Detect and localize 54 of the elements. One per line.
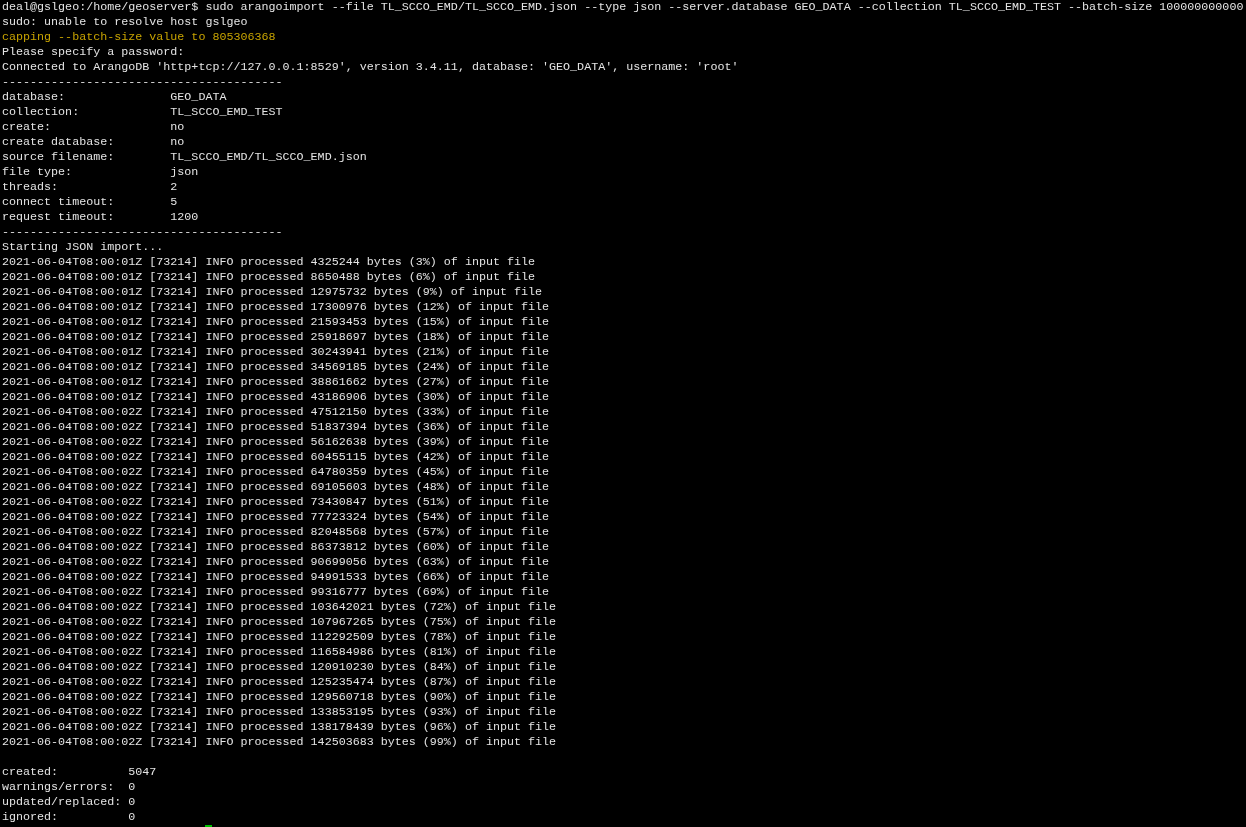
output-line: file type: json (2, 165, 199, 180)
output-line: updated/replaced: 0 (2, 795, 136, 810)
output-line: 2021-06-04T08:00:02Z [73214] INFO processed 82048568 bytes (57%) of input file (2, 525, 550, 540)
output-line: 2021-06-04T08:00:01Z [73214] INFO processed 43186906 bytes (30%) of input file (2, 390, 550, 405)
output-line: 2021-06-04T08:00:01Z [73214] INFO processed 4325244 bytes (3%) of input file (2, 255, 536, 270)
output-line: 2021-06-04T08:00:02Z [73214] INFO processed 99316777 bytes (69%) of input file (2, 585, 550, 600)
output-line: 2021-06-04T08:00:02Z [73214] INFO processed 51837394 bytes (36%) of input file (2, 420, 550, 435)
output-line: 2021-06-04T08:00:02Z [73214] INFO processed 116584986 bytes (81%) of input file (2, 645, 557, 660)
output-line: 2021-06-04T08:00:02Z [73214] INFO processed 60455115 bytes (42%) of input file (2, 450, 550, 465)
output-line: 2021-06-04T08:00:02Z [73214] INFO processed 103642021 bytes (72%) of input file (2, 600, 557, 615)
output-line: 2021-06-04T08:00:02Z [73214] INFO processed 69105603 bytes (48%) of input file (2, 480, 550, 495)
output-line: collection: TL_SCCO_EMD_TEST (2, 105, 283, 120)
output-line: 2021-06-04T08:00:01Z [73214] INFO processed 21593453 bytes (15%) of input file (2, 315, 550, 330)
output-line: 2021-06-04T08:00:02Z [73214] INFO processed 133853195 bytes (93%) of input file (2, 705, 557, 720)
output-line: Please specify a password: (2, 45, 185, 60)
output-line: 2021-06-04T08:00:01Z [73214] INFO processed 25918697 bytes (18%) of input file (2, 330, 550, 345)
output-line: 2021-06-04T08:00:01Z [73214] INFO processed 38861662 bytes (27%) of input file (2, 375, 550, 390)
output-line: database: GEO_DATA (2, 90, 227, 105)
command-line: deal@gslgeo:/home/geoserver$ sudo arangoimport --file TL_SCCO_EMD/TL_SCCO_EMD.json --type json --server.database GEO_DATA --collection TL_SCCO_EMD_TEST --batch-size 100000000000 (2, 0, 1244, 15)
output-line: 2021-06-04T08:00:02Z [73214] INFO processed 107967265 bytes (75%) of input file (2, 615, 557, 630)
output-line: 2021-06-04T08:00:02Z [73214] INFO processed 142503683 bytes (99%) of input file (2, 735, 557, 750)
output-line: ignored: 0 (2, 810, 136, 825)
output-line: ---------------------------------------- (2, 225, 283, 240)
output-line: 2021-06-04T08:00:02Z [73214] INFO processed 73430847 bytes (51%) of input file (2, 495, 550, 510)
output-line: sudo: unable to resolve host gslgeo (2, 15, 248, 30)
output-line: 2021-06-04T08:00:02Z [73214] INFO processed 129560718 bytes (90%) of input file (2, 690, 557, 705)
output-line: 2021-06-04T08:00:02Z [73214] INFO processed 94991533 bytes (66%) of input file (2, 570, 550, 585)
output-line: 2021-06-04T08:00:01Z [73214] INFO processed 34569185 bytes (24%) of input file (2, 360, 550, 375)
output-line: 2021-06-04T08:00:02Z [73214] INFO processed 90699056 bytes (63%) of input file (2, 555, 550, 570)
output-line: 2021-06-04T08:00:02Z [73214] INFO processed 56162638 bytes (39%) of input file (2, 435, 550, 450)
output-line: create: no (2, 120, 185, 135)
output-line: 2021-06-04T08:00:01Z [73214] INFO processed 17300976 bytes (12%) of input file (2, 300, 550, 315)
output-line: 2021-06-04T08:00:02Z [73214] INFO processed 120910230 bytes (84%) of input file (2, 660, 557, 675)
output-line: source filename: TL_SCCO_EMD/TL_SCCO_EMD.json (2, 150, 367, 165)
output-line: created: 5047 (2, 765, 157, 780)
output-line: create database: no (2, 135, 185, 150)
output-line: 2021-06-04T08:00:02Z [73214] INFO processed 86373812 bytes (60%) of input file (2, 540, 550, 555)
output-line: Connected to ArangoDB 'http+tcp://127.0.0.1:8529', version 3.4.11, database: 'GEO_DATA', username: 'root' (2, 60, 739, 75)
output-line: Starting JSON import... (2, 240, 164, 255)
output-line: 2021-06-04T08:00:02Z [73214] INFO processed 138178439 bytes (96%) of input file (2, 720, 557, 735)
output-line: 2021-06-04T08:00:01Z [73214] INFO processed 8650488 bytes (6%) of input file (2, 270, 536, 285)
output-line: warnings/errors: 0 (2, 780, 136, 795)
output-line: 2021-06-04T08:00:02Z [73214] INFO processed 125235474 bytes (87%) of input file (2, 675, 557, 690)
output-line: threads: 2 (2, 180, 178, 195)
output-line: 2021-06-04T08:00:02Z [73214] INFO processed 64780359 bytes (45%) of input file (2, 465, 550, 480)
warning-line: capping --batch-size value to 805306368 (2, 30, 276, 45)
output-line: ---------------------------------------- (2, 75, 283, 90)
output-line: 2021-06-04T08:00:01Z [73214] INFO processed 30243941 bytes (21%) of input file (2, 345, 550, 360)
output-line: 2021-06-04T08:00:02Z [73214] INFO processed 47512150 bytes (33%) of input file (2, 405, 550, 420)
output-line: 2021-06-04T08:00:01Z [73214] INFO processed 12975732 bytes (9%) of input file (2, 285, 543, 300)
output-line: request timeout: 1200 (2, 210, 199, 225)
output-line: connect timeout: 5 (2, 195, 178, 210)
output-line: 2021-06-04T08:00:02Z [73214] INFO processed 77723324 bytes (54%) of input file (2, 510, 550, 525)
output-line: 2021-06-04T08:00:02Z [73214] INFO processed 112292509 bytes (78%) of input file (2, 630, 557, 645)
